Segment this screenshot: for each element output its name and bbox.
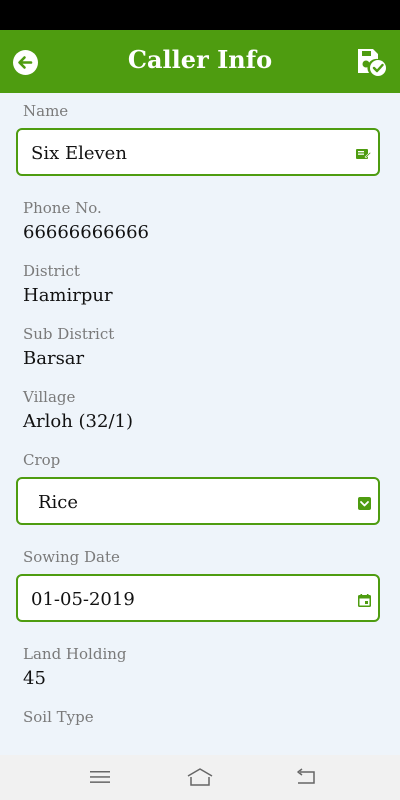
subdistrict-label: Sub District	[23, 325, 115, 343]
sowing-date-field[interactable]: 01-05-2019	[16, 574, 380, 622]
district-label: District	[23, 262, 80, 280]
sowing-date-label: Sowing Date	[23, 548, 120, 566]
name-field[interactable]: Six Eleven	[16, 128, 380, 176]
soil-type-label: Soil Type	[23, 708, 94, 726]
phone-value: 66666666666	[23, 222, 149, 243]
land-holding-label: Land Holding	[23, 645, 127, 663]
crop-selected-value[interactable]: Rice	[38, 492, 78, 513]
phone-label: Phone No.	[23, 199, 102, 217]
page-title: Caller Info	[127, 45, 273, 74]
sowing-date-value[interactable]: 01-05-2019	[31, 589, 135, 610]
village-label: Village	[23, 388, 76, 406]
crop-label: Crop	[23, 451, 61, 469]
district-value: Hamirpur	[23, 285, 113, 306]
edit-note-icon[interactable]	[356, 147, 372, 166]
calendar-icon[interactable]	[358, 592, 371, 611]
name-input[interactable]: Six Eleven	[31, 143, 127, 164]
village-value: Arloh (32/1)	[23, 411, 133, 432]
dropdown-check-icon[interactable]	[358, 495, 371, 514]
land-holding-value: 45	[23, 668, 46, 689]
home-icon[interactable]	[186, 767, 214, 791]
status-bar	[0, 0, 400, 30]
name-label: Name	[23, 102, 69, 120]
crop-dropdown[interactable]: Rice	[16, 477, 380, 525]
subdistrict-value: Barsar	[23, 348, 85, 369]
back-icon[interactable]	[294, 768, 316, 790]
save-check-icon[interactable]	[355, 45, 388, 82]
menu-icon[interactable]	[90, 769, 110, 789]
